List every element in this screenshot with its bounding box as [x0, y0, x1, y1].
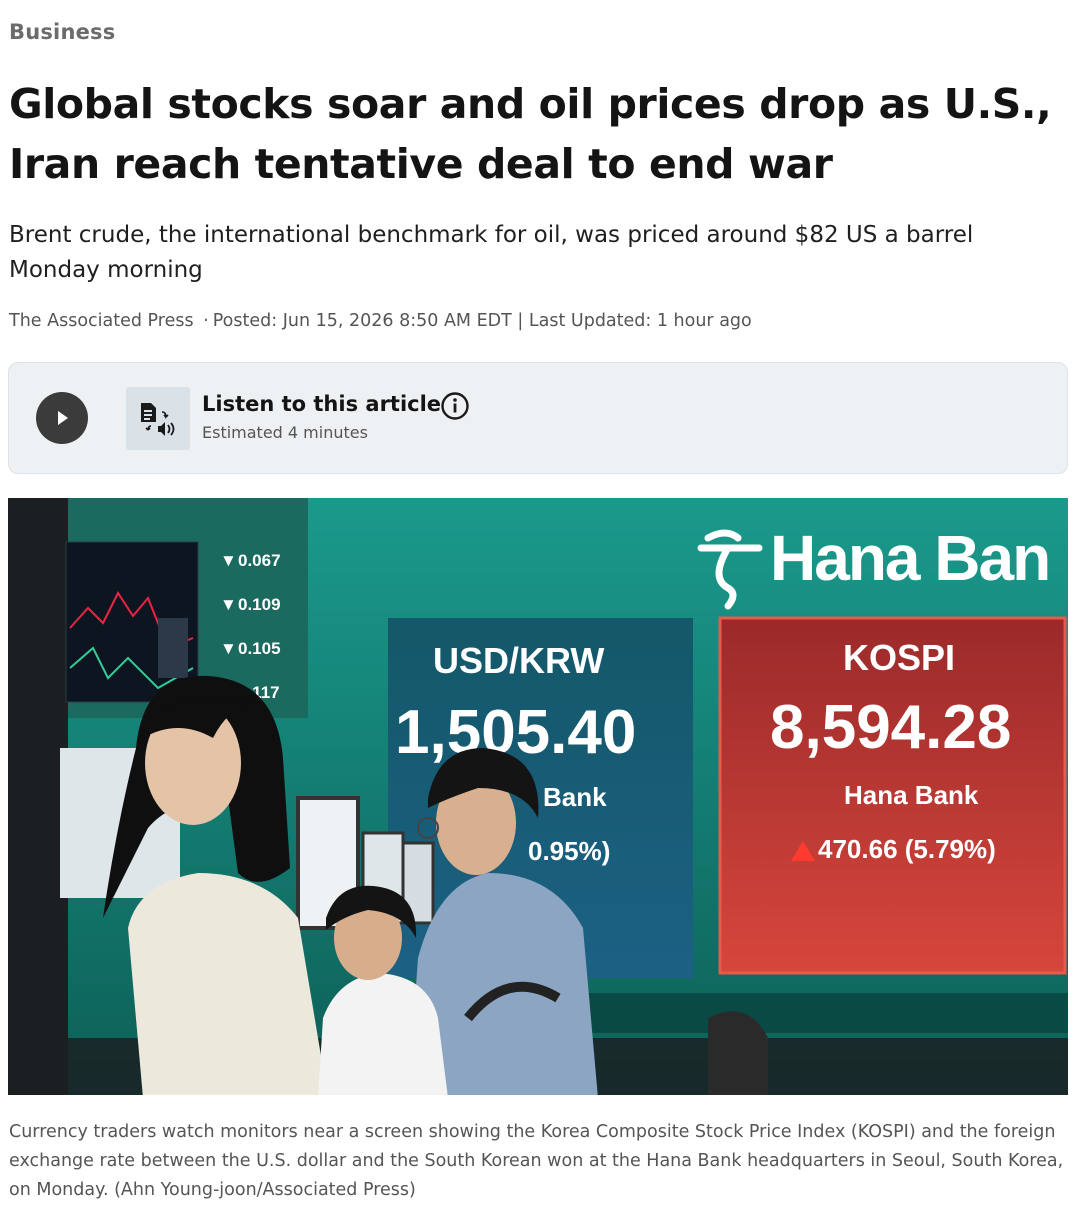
article-photo: Hana Ban ▼0.067 ▼0.109 ▼0.105 ▼0.117 USD… [8, 498, 1068, 1095]
article-headline: Global stocks soar and oil prices drop a… [9, 80, 1052, 188]
article-subheadline: Brent crude, the international benchmark… [9, 222, 974, 283]
listen-to-article-panel: Listen to this article Estimated 4 minut… [8, 362, 1068, 474]
byline-source: The Associated Press [9, 311, 194, 331]
screen-kospi-change: 470.66 (5.79%) [818, 834, 996, 864]
screen-tick-1: 0.067 [238, 551, 281, 570]
svg-text:▼: ▼ [220, 595, 237, 614]
byline-separator: · [203, 311, 209, 331]
photo-caption: Currency traders watch monitors near a s… [9, 1122, 1064, 1200]
byline-updated: Last Updated: 1 hour ago [528, 311, 752, 331]
listen-duration: Estimated 4 minutes [202, 423, 368, 442]
screen-brand: Hana Ban [770, 522, 1049, 594]
svg-text:▼: ▼ [220, 551, 237, 570]
play-icon [58, 411, 68, 425]
play-button[interactable] [36, 392, 88, 444]
screen-usd-bank: Bank [543, 782, 607, 812]
screen-kospi-value: 8,594.28 [770, 693, 1011, 762]
screen-kospi-label: KOSPI [843, 637, 955, 678]
info-icon[interactable] [440, 391, 470, 421]
screen-usd-change: 0.95%) [528, 836, 610, 866]
text-to-speech-icon [126, 387, 190, 450]
section-label[interactable]: Business [9, 20, 115, 44]
screen-usd-label: USD/KRW [433, 640, 604, 681]
screen-kospi-bank: Hana Bank [844, 780, 979, 810]
listen-title: Listen to this article [202, 392, 442, 416]
screen-tick-3: 0.105 [238, 639, 281, 658]
screen-tick-2: 0.109 [238, 595, 281, 614]
screen-usd-value: 1,505.40 [395, 698, 636, 767]
byline-divider: | [517, 311, 524, 331]
byline-posted: Posted: Jun 15, 2026 8:50 AM EDT [212, 311, 512, 331]
byline: The Associated Press · Posted: Jun 15, 20… [9, 311, 1069, 331]
svg-text:▼: ▼ [220, 639, 237, 658]
